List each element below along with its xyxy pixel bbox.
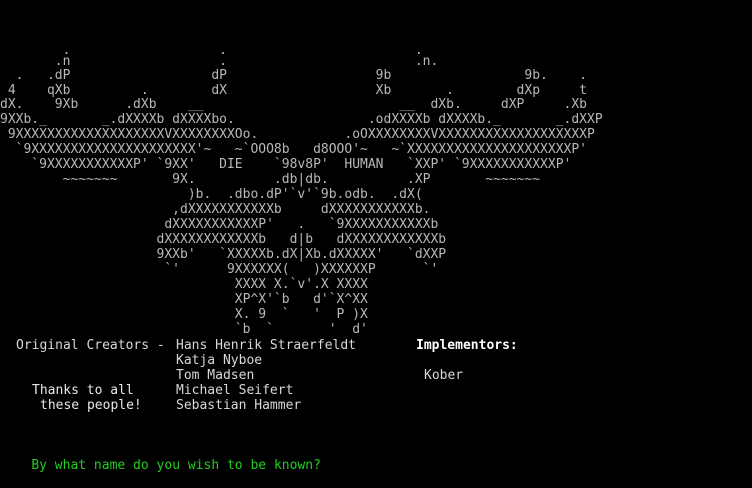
original-creators-label: Original Creators - [16,338,173,353]
art-line: XP^X'`b d'`X^XX [0,292,368,307]
input-cursor[interactable] [321,458,329,471]
art-line: `' 9XXXXXX( )XXXXXXP `' [0,262,439,277]
terminal-window[interactable]: . . . .n . .n. . .dP dP 9b 9b. . 4 qXb .… [0,0,752,473]
art-line: 9XXb' `XXXXXb.dX|Xb.dXXXXX' `dXXP [0,247,447,262]
creator-name: Hans Henrik Straerfeldt [176,338,357,353]
creator-name: Sebastian Hammer [176,398,302,413]
art-line: dXXXXXXXXXXXXb d|b dXXXXXXXXXXXXb [0,232,447,247]
name-prompt: By what name do you wish to be known? [0,443,329,473]
art-line: )b. .dbo.dP'`v'`9b.odb. .dX( [0,187,423,202]
art-line: dX. 9Xb .dXb __ __ dXb. dXP .Xb [0,97,587,112]
art-line: XXXX X.`v'.X XXXX [0,277,368,292]
creator-name: Katja Nyboe [176,353,263,368]
thanks-line: Thanks to all [32,383,134,398]
prompt-text: By what name do you wish to be known? [31,457,321,473]
art-line: ~~~~~~~ 9X. .db|db. .XP ~~~~~~~ [0,172,541,187]
art-line: . .dP dP 9b 9b. . [0,68,587,83]
thanks-line: these people! [40,398,142,413]
art-line: `b ` ' d' [0,322,368,337]
creator-name: Michael Seifert [176,383,294,398]
art-line: 9XXb._ _.dXXXXb dXXXXbo. .odXXXXb dXXXXb… [0,112,603,127]
art-line: `9XXXXXXXXXXXXXXXXXXXXX'~ ~`OOO8b d8OOO'… [0,142,587,157]
art-line: dXXXXXXXXXXXP' . `9XXXXXXXXXXXb [0,217,439,232]
art-line: ,dXXXXXXXXXXXb dXXXXXXXXXXXb. [0,202,431,217]
art-line: `9XXXXXXXXXXXP' `9XX' DIE `98v8P' HUMAN … [0,157,572,172]
implementors-label: Implementors: [416,338,518,353]
implementor-name: Kober [424,368,464,383]
creator-name: Tom Madsen [176,368,255,383]
art-line: 9XXXXXXXXXXXXXXXXXXXVXXXXXXXXOo. .oOXXXX… [0,127,595,142]
art-line: X. 9 ` ' P )X [0,307,368,322]
